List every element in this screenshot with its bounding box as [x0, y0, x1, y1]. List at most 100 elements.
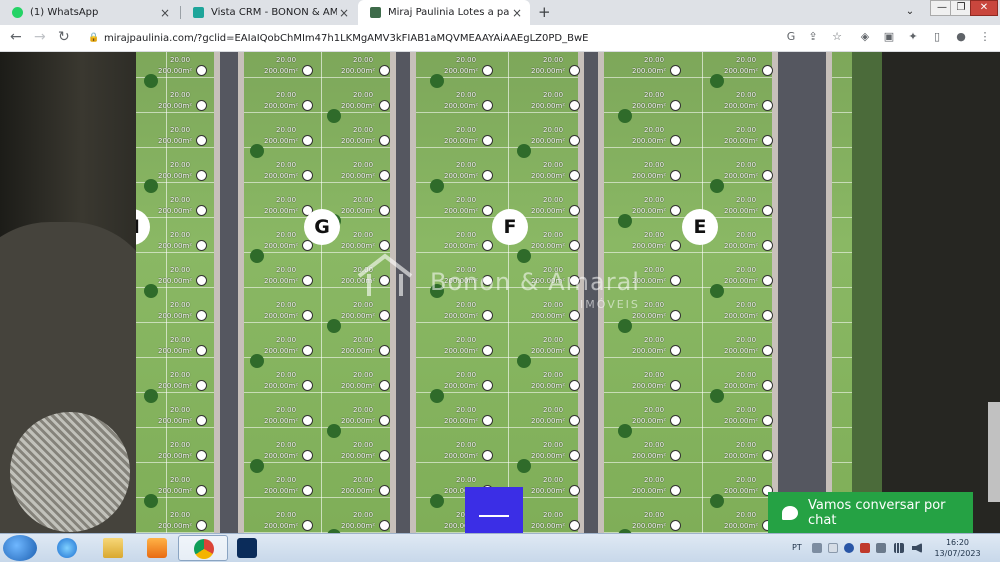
close-window-button[interactable]: ✕ — [970, 0, 998, 16]
language-indicator[interactable]: PT — [792, 543, 802, 552]
straw-hat — [10, 412, 130, 532]
tree — [250, 459, 264, 473]
show-hidden-icons[interactable] — [828, 543, 838, 553]
lot-number-marker — [302, 275, 313, 286]
lot-area: 200.00m² — [444, 137, 479, 145]
share-icon[interactable]: ⇪ — [806, 30, 820, 44]
close-tab-icon[interactable]: × — [158, 6, 172, 20]
tree — [710, 284, 724, 298]
profile-icon[interactable]: ● — [954, 30, 968, 44]
lot-number-marker — [302, 450, 313, 461]
lot-number-marker — [379, 135, 390, 146]
volume-icon[interactable] — [912, 543, 922, 553]
network-app-icon[interactable] — [844, 543, 854, 553]
taskbar-security-app[interactable] — [222, 535, 272, 561]
lot-number-marker — [762, 380, 773, 391]
lot-dimension: 20.00 — [644, 91, 665, 99]
bookmark-star-icon[interactable]: ☆ — [830, 30, 844, 44]
lot-number-marker — [670, 275, 681, 286]
lot-dimension: 20.00 — [543, 91, 564, 99]
scroll-down-button[interactable] — [465, 487, 523, 533]
address-bar[interactable]: 🔒 mirajpaulinia.com/?gclid=EAIaIQobChMIm… — [82, 29, 772, 48]
network-signal-icon[interactable] — [894, 543, 904, 553]
lot-area: 200.00m² — [724, 242, 759, 250]
chat-button[interactable]: Vamos conversar por chat — [768, 492, 973, 533]
lot-area: 200.00m² — [531, 207, 566, 215]
lot-area: 200.00m² — [444, 67, 479, 75]
tree — [327, 424, 341, 438]
side-panel-icon[interactable]: ▯ — [930, 30, 944, 44]
tab-search-button[interactable]: ⌄ — [903, 5, 917, 19]
browser-menu-icon[interactable]: ⋮ — [978, 30, 992, 44]
tab-whatsapp[interactable]: (1) WhatsApp × — [0, 0, 178, 25]
lot-number-marker — [302, 65, 313, 76]
lot-area: 200.00m² — [724, 172, 759, 180]
lot-area: 200.00m² — [341, 67, 376, 75]
lot-number-marker — [762, 135, 773, 146]
lot-area: 200.00m² — [531, 417, 566, 425]
lot-dimension: 20.00 — [736, 126, 757, 134]
back-button[interactable]: ← — [10, 29, 22, 45]
lot-dimension: 20.00 — [456, 476, 477, 484]
action-center-icon[interactable] — [876, 543, 886, 553]
lot-number-marker — [196, 345, 207, 356]
new-tab-button[interactable]: + — [538, 3, 551, 21]
taskbar-internet-explorer[interactable] — [42, 535, 92, 561]
lot-number-marker — [196, 65, 207, 76]
tree — [327, 319, 341, 333]
forward-button[interactable]: → — [34, 29, 46, 45]
close-tab-icon[interactable]: × — [510, 6, 524, 20]
background-foliage — [852, 52, 882, 533]
keyboard-icon[interactable] — [812, 543, 822, 553]
lot-area: 200.00m² — [444, 172, 479, 180]
lot-area: 200.00m² — [444, 312, 479, 320]
lot-number-marker — [762, 65, 773, 76]
lot-dimension: 20.00 — [170, 371, 191, 379]
lock-icon[interactable]: 🔒 — [88, 29, 99, 48]
lot-dimension: 20.00 — [353, 161, 374, 169]
clock[interactable]: 16:20 13/07/2023 — [930, 537, 985, 559]
lot-area: 200.00m² — [264, 137, 299, 145]
lot-area: 200.00m² — [158, 137, 193, 145]
lot-dimension: 20.00 — [170, 56, 191, 64]
close-tab-icon[interactable]: × — [337, 6, 351, 20]
lot-area: 200.00m² — [632, 67, 667, 75]
lot-area: 200.00m² — [632, 452, 667, 460]
vista-icon — [193, 7, 204, 18]
extension-icon[interactable]: ◈ — [858, 30, 872, 44]
extensions-puzzle-icon[interactable]: ✦ — [906, 30, 920, 44]
lot-area: 200.00m² — [724, 312, 759, 320]
lot-dimension: 20.00 — [644, 441, 665, 449]
lot-number-marker — [670, 65, 681, 76]
taskbar-media-player[interactable] — [132, 535, 182, 561]
lot-dimension: 20.00 — [736, 56, 757, 64]
start-button[interactable] — [3, 535, 37, 561]
google-lens-icon[interactable]: G — [784, 30, 798, 44]
antivirus-icon[interactable] — [860, 543, 870, 553]
lot-number-marker — [670, 450, 681, 461]
lot-area: 200.00m² — [531, 487, 566, 495]
lot-area: 200.00m² — [632, 102, 667, 110]
lot-dimension: 20.00 — [170, 266, 191, 274]
lot-dimension: 20.00 — [170, 336, 191, 344]
lot-dimension: 20.00 — [170, 196, 191, 204]
tab-vista-crm[interactable]: Vista CRM - BONON & AMARAL × — [181, 0, 357, 25]
lot-area: 200.00m² — [531, 522, 566, 530]
tree — [250, 144, 264, 158]
tab-miraj-paulinia[interactable]: Miraj Paulinia Lotes a partir de 2 × — [358, 0, 530, 25]
lot-number-marker — [379, 415, 390, 426]
lot-dimension: 20.00 — [543, 441, 564, 449]
lot-area: 200.00m² — [158, 347, 193, 355]
screenshot-extension-icon[interactable]: ▣ — [882, 30, 896, 44]
page-scrollbar[interactable] — [988, 402, 1000, 502]
reload-button[interactable]: ↻ — [58, 29, 70, 45]
lot-number-marker — [670, 415, 681, 426]
lot-dimension: 20.00 — [736, 371, 757, 379]
lot-number-marker — [569, 345, 580, 356]
lot-area: 200.00m² — [444, 417, 479, 425]
maximize-button[interactable]: ❐ — [950, 0, 972, 16]
lot-number-marker — [762, 415, 773, 426]
taskbar-file-explorer[interactable] — [88, 535, 138, 561]
lot-dimension: 20.00 — [456, 231, 477, 239]
taskbar-chrome[interactable] — [178, 535, 228, 561]
